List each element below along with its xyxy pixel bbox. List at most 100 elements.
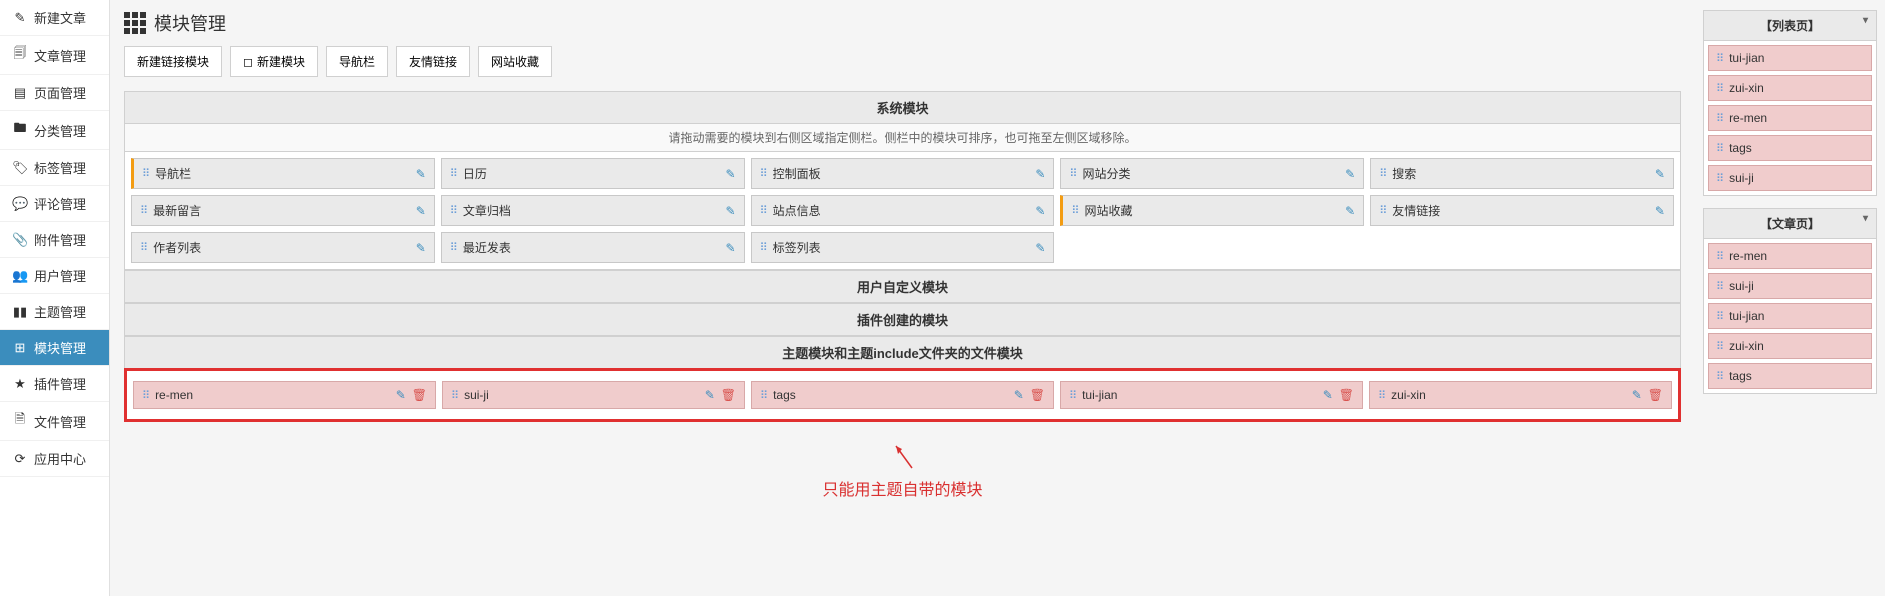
module-recent-posts[interactable]: ⠿最近发表✎: [441, 232, 745, 263]
panel-item[interactable]: ⠿re-men: [1708, 105, 1872, 131]
sidebar-item-users[interactable]: 👥用户管理: [0, 258, 109, 294]
edit-icon[interactable]: ✎: [396, 388, 406, 402]
grip-icon: ⠿: [142, 167, 150, 180]
theme-module-tags[interactable]: ⠿tags✎🗑: [751, 381, 1054, 409]
edit-icon[interactable]: ✎: [1345, 167, 1355, 181]
page-title: 模块管理: [154, 10, 226, 36]
edit-icon[interactable]: ✎: [1632, 388, 1642, 402]
sidebar-item-apps[interactable]: ⟳应用中心: [0, 441, 109, 477]
panel-item[interactable]: ⠿tags: [1708, 135, 1872, 161]
module-recent-comments[interactable]: ⠿最新留言✎: [131, 195, 435, 226]
panel-item[interactable]: ⠿zui-xin: [1708, 333, 1872, 359]
panel-item[interactable]: ⠿zui-xin: [1708, 75, 1872, 101]
sidebar-item-articles[interactable]: 🗐文章管理: [0, 36, 109, 75]
module-site-info[interactable]: ⠿站点信息✎: [751, 195, 1055, 226]
module-nav[interactable]: ⠿导航栏✎: [131, 158, 435, 189]
grip-icon: ⠿: [1379, 204, 1387, 217]
module-search[interactable]: ⠿搜索✎: [1370, 158, 1674, 189]
panel-item[interactable]: ⠿re-men: [1708, 243, 1872, 269]
edit-icon[interactable]: ✎: [1323, 388, 1333, 402]
theme-modules-highlight: ⠿re-men✎🗑 ⠿sui-ji✎🗑 ⠿tags✎🗑 ⠿tui-jian✎🗑 …: [124, 368, 1681, 422]
puzzle-icon: ★: [12, 376, 28, 392]
panel-item[interactable]: ⠿tags: [1708, 363, 1872, 389]
sidebar-item-label: 插件管理: [34, 374, 86, 393]
sidebar-item-attachments[interactable]: 📎附件管理: [0, 222, 109, 258]
panel-item[interactable]: ⠿tui-jian: [1708, 303, 1872, 329]
sidebar-item-label: 分类管理: [34, 121, 86, 140]
module-calendar[interactable]: ⠿日历✎: [441, 158, 745, 189]
friend-links-button[interactable]: 友情链接: [396, 46, 470, 77]
panel-item[interactable]: ⠿sui-ji: [1708, 165, 1872, 191]
edit-icon[interactable]: ✎: [1655, 204, 1665, 218]
edit-icon[interactable]: ✎: [726, 241, 736, 255]
theme-module-sui-ji[interactable]: ⠿sui-ji✎🗑: [442, 381, 745, 409]
delete-icon[interactable]: 🗑: [1648, 388, 1663, 402]
folder-icon: 🖿: [12, 119, 28, 141]
theme-module-zui-xin[interactable]: ⠿zui-xin✎🗑: [1369, 381, 1672, 409]
user-modules-header: 用户自定义模块: [124, 270, 1681, 303]
nav-button[interactable]: 导航栏: [326, 46, 388, 77]
grip-icon: ⠿: [1716, 52, 1724, 65]
edit-icon[interactable]: ✎: [416, 167, 426, 181]
grip-icon: ⠿: [140, 204, 148, 217]
delete-icon[interactable]: 🗑: [412, 388, 427, 402]
caret-icon: ▾: [1863, 15, 1868, 26]
edit-icon[interactable]: ✎: [726, 167, 736, 181]
new-module-button[interactable]: ◻新建模块: [230, 46, 318, 77]
edit-icon[interactable]: ✎: [416, 241, 426, 255]
module-site-categories[interactable]: ⠿网站分类✎: [1060, 158, 1364, 189]
grip-icon: ⠿: [760, 204, 768, 217]
sidebar-item-modules[interactable]: ⊞模块管理: [0, 330, 109, 366]
sidebar-item-categories[interactable]: 🖿 分类管理: [0, 111, 109, 150]
sidebar-item-label: 模块管理: [34, 338, 86, 357]
edit-icon[interactable]: ✎: [1035, 241, 1045, 255]
sidebar-item-themes[interactable]: ▮▮主题管理: [0, 294, 109, 330]
theme-modules-header: 主题模块和主题include文件夹的文件模块: [124, 336, 1681, 369]
sidebar: ✎新建文章 🗐文章管理 ▤ 页面管理 🖿 分类管理 🏷标签管理 💬评论管理 📎附件管…: [0, 0, 110, 596]
sidebar-item-label: 文件管理: [34, 412, 86, 431]
edit-icon[interactable]: ✎: [1035, 204, 1045, 218]
module-friend-links[interactable]: ⠿友情链接✎: [1370, 195, 1674, 226]
annotation: 只能用主题自带的模块: [124, 442, 1681, 500]
theme-icon: ▮▮: [12, 304, 28, 320]
grip-icon: ⠿: [1716, 112, 1724, 125]
edit-icon[interactable]: ✎: [1655, 167, 1665, 181]
module-favorites[interactable]: ⠿网站收藏✎: [1060, 195, 1364, 226]
file-icon: 🗎: [12, 410, 28, 432]
sidebar-item-pages[interactable]: ▤ 页面管理: [0, 75, 109, 111]
new-link-module-button[interactable]: 新建链接模块: [124, 46, 222, 77]
theme-module-tui-jian[interactable]: ⠿tui-jian✎🗑: [1060, 381, 1363, 409]
sidebar-item-label: 页面管理: [34, 83, 86, 102]
annotation-text: 只能用主题自带的模块: [124, 476, 1681, 500]
panel-header[interactable]: 【列表页】▾: [1704, 11, 1876, 41]
caret-icon: ▾: [1863, 213, 1868, 224]
sidebar-item-plugins[interactable]: ★ 插件管理: [0, 366, 109, 402]
panel-item[interactable]: ⠿tui-jian: [1708, 45, 1872, 71]
delete-icon[interactable]: 🗑: [1339, 388, 1354, 402]
page-icon: ▤: [12, 85, 28, 101]
grip-icon: ⠿: [451, 389, 459, 402]
grip-icon: ⠿: [1069, 167, 1077, 180]
panel-item[interactable]: ⠿sui-ji: [1708, 273, 1872, 299]
module-archives[interactable]: ⠿文章归档✎: [441, 195, 745, 226]
grip-icon: ⠿: [142, 389, 150, 402]
sidebar-item-comments[interactable]: 💬评论管理: [0, 186, 109, 222]
edit-icon[interactable]: ✎: [1035, 167, 1045, 181]
sidebar-item-files[interactable]: 🗎 文件管理: [0, 402, 109, 441]
delete-icon[interactable]: 🗑: [721, 388, 736, 402]
sidebar-item-new-article[interactable]: ✎新建文章: [0, 0, 109, 36]
sidebar-item-tags[interactable]: 🏷标签管理: [0, 150, 109, 186]
edit-icon[interactable]: ✎: [726, 204, 736, 218]
module-authors[interactable]: ⠿作者列表✎: [131, 232, 435, 263]
favorites-button[interactable]: 网站收藏: [478, 46, 552, 77]
module-tag-list[interactable]: ⠿标签列表✎: [751, 232, 1055, 263]
delete-icon[interactable]: 🗑: [1030, 388, 1045, 402]
panel-header[interactable]: 【文章页】▾: [1704, 209, 1876, 239]
edit-icon[interactable]: ✎: [705, 388, 715, 402]
edit-icon[interactable]: ✎: [416, 204, 426, 218]
edit-icon[interactable]: ✎: [1345, 204, 1355, 218]
module-control-panel[interactable]: ⠿控制面板✎: [751, 158, 1055, 189]
grip-icon: ⠿: [1716, 340, 1724, 353]
edit-icon[interactable]: ✎: [1014, 388, 1024, 402]
theme-module-re-men[interactable]: ⠿re-men✎🗑: [133, 381, 436, 409]
